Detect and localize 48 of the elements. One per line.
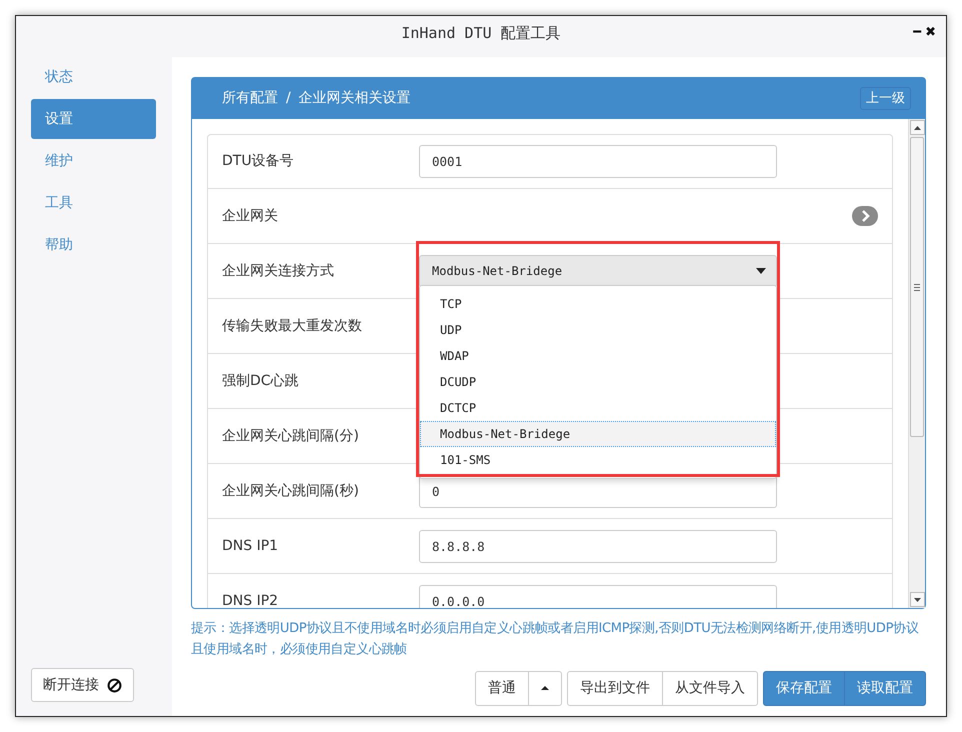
sidebar-item[interactable]: 设置	[31, 99, 156, 139]
input-field[interactable]: 8.8.8.8	[419, 530, 777, 562]
dropdown-option[interactable]: DCTCP	[420, 395, 776, 421]
field-label: 企业网关	[222, 206, 279, 226]
window-title: InHand DTU 配置工具	[401, 23, 561, 44]
ban-icon	[107, 678, 122, 692]
up-level-button[interactable]: 上一级	[860, 86, 911, 110]
breadcrumb-item[interactable]: 所有配置	[222, 88, 278, 109]
dropup-toggle-button[interactable]	[528, 671, 562, 706]
input-field[interactable]: 0001	[419, 145, 777, 178]
grip-icon	[914, 284, 920, 290]
field-label: DTU设备号	[222, 152, 295, 171]
disconnect-button[interactable]: 断开连接	[31, 668, 134, 702]
dropdown-option[interactable]: 101-SMS	[420, 447, 776, 473]
mode-button[interactable]: 普通	[475, 671, 529, 706]
field-label: 传输失败最大重发次数	[222, 316, 363, 336]
field-label: DNS IP1	[222, 536, 280, 556]
action-button[interactable]: 读取配置	[844, 671, 926, 706]
caret-up-icon	[541, 686, 549, 690]
minimize-button[interactable]: ━	[913, 24, 922, 42]
scroll-thumb[interactable]	[910, 137, 924, 437]
breadcrumb-separator: /	[286, 89, 291, 108]
caret-down-icon	[756, 268, 766, 274]
dropdown-option[interactable]: DCUDP	[420, 369, 776, 395]
field-label: 企业网关心跳间隔(秒)	[222, 482, 360, 500]
field-label: DNS IP2	[222, 592, 280, 608]
dropdown-select[interactable]: Modbus-Net-Bridege	[419, 254, 777, 288]
triangle-down-icon	[914, 598, 920, 602]
scroll-down-button[interactable]	[910, 592, 924, 607]
chevron-right-icon[interactable]	[852, 206, 878, 226]
dropdown-option[interactable]: WDAP	[420, 343, 776, 369]
input-field[interactable]: 0.0.0.0	[419, 584, 777, 608]
action-button[interactable]: 导出到文件	[567, 671, 663, 706]
dropdown-option[interactable]: Modbus-Net-Bridege	[420, 421, 776, 447]
select-value: Modbus-Net-Bridege	[432, 263, 562, 280]
scrollbar[interactable]	[908, 119, 925, 608]
action-button[interactable]: 从文件导入	[662, 671, 758, 706]
action-button[interactable]: 保存配置	[763, 671, 845, 706]
field-label: 强制DC心跳	[222, 372, 300, 390]
hint-text: 提示：选择透明UDP协议且不使用域名时必须启用自定义心跳帧或者启用ICMP探测,否则DTU无法检测网络断开,使用透明UDP协议且使用域名时，必须使用自定义心跳帧	[191, 620, 920, 659]
triangle-up-icon	[914, 126, 920, 130]
dropdown-option[interactable]: UDP	[420, 317, 776, 343]
field-label: 企业网关心跳间隔(分)	[222, 426, 360, 446]
breadcrumb-current: 企业网关相关设置	[298, 89, 411, 108]
dropdown-option[interactable]: TCP	[420, 291, 776, 317]
field-label: 企业网关连接方式	[222, 262, 335, 280]
close-button[interactable]: ✖	[925, 24, 936, 42]
scroll-up-button[interactable]	[910, 120, 924, 135]
